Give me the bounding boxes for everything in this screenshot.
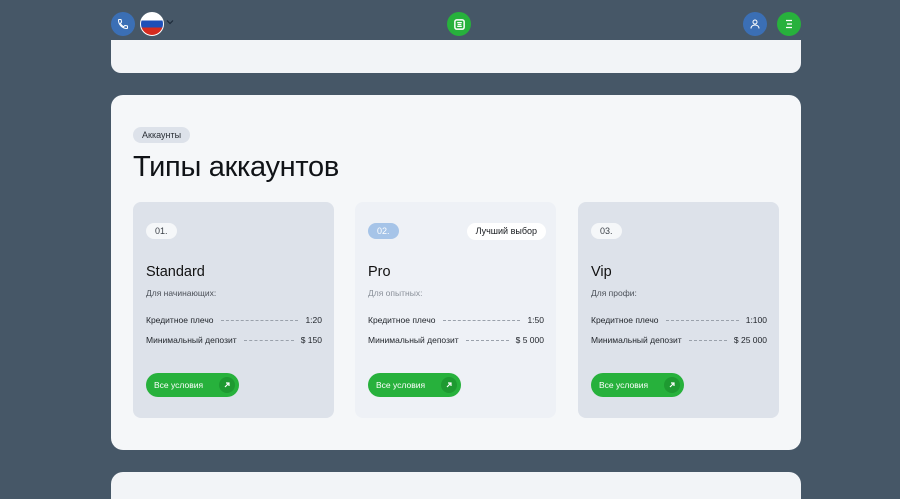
plan-number: 01. <box>146 223 177 239</box>
leverage-value: 1:50 <box>527 315 544 325</box>
plan-name: Vip <box>591 264 612 280</box>
cta-label: Все условия <box>376 380 426 390</box>
dotted-leader <box>243 339 294 341</box>
leverage-label: Кредитное плечо <box>146 315 214 325</box>
plan-audience: Для профи: <box>591 288 637 298</box>
all-conditions-button[interactable]: Все условия <box>146 373 239 397</box>
dotted-leader <box>442 319 521 321</box>
deposit-value: $ 150 <box>300 335 322 345</box>
section-title: Типы аккаунтов <box>133 151 339 183</box>
deposit-value: $ 25 000 <box>733 335 767 345</box>
dotted-leader <box>665 319 739 321</box>
plan-card-vip: 03. Vip Для профи: Кредитное плечо 1:100… <box>578 202 779 418</box>
dotted-leader <box>465 339 509 341</box>
arrow-up-right-icon <box>664 377 680 393</box>
menu-button[interactable] <box>777 12 801 36</box>
top-section-card <box>111 40 801 73</box>
deposit-row: Минимальный депозит $ 25 000 <box>591 334 767 346</box>
arrow-up-right-icon <box>441 377 457 393</box>
deposit-label: Минимальный депозит <box>591 335 682 345</box>
leverage-row: Кредитное плечо 1:50 <box>368 314 544 326</box>
cta-label: Все условия <box>599 380 649 390</box>
phone-icon <box>117 19 128 30</box>
dotted-leader <box>688 339 727 341</box>
brand-logo[interactable] <box>447 12 471 36</box>
all-conditions-button[interactable]: Все условия <box>591 373 684 397</box>
deposit-row: Минимальный депозит $ 150 <box>146 334 322 346</box>
plan-name: Standard <box>146 264 205 280</box>
phone-button[interactable] <box>111 12 135 36</box>
plan-number: 02. <box>368 223 399 239</box>
deposit-value: $ 5 000 <box>515 335 544 345</box>
next-section-card <box>111 472 801 499</box>
plan-card-standard: 01. Standard Для начинающих: Кредитное п… <box>133 202 334 418</box>
leverage-label: Кредитное плечо <box>591 315 659 325</box>
deposit-row: Минимальный депозит $ 5 000 <box>368 334 544 346</box>
cta-label: Все условия <box>154 380 204 390</box>
brand-logo-icon <box>453 18 465 30</box>
plan-name: Pro <box>368 264 391 280</box>
arrow-up-right-icon <box>219 377 235 393</box>
chevron-down-icon[interactable] <box>166 18 174 26</box>
deposit-label: Минимальный депозит <box>146 335 237 345</box>
menu-icon <box>786 19 792 29</box>
leverage-row: Кредитное плечо 1:20 <box>146 314 322 326</box>
section-badge: Аккаунты <box>133 127 191 143</box>
all-conditions-button[interactable]: Все условия <box>368 373 461 397</box>
plan-audience: Для опытных: <box>368 288 423 298</box>
user-account-button[interactable] <box>743 12 767 36</box>
plan-card-pro: 02. Лучший выбор Pro Для опытных: Кредит… <box>355 202 556 418</box>
dotted-leader <box>220 319 299 321</box>
plan-audience: Для начинающих: <box>146 288 217 298</box>
russia-flag-icon[interactable] <box>140 12 164 36</box>
plan-number: 03. <box>591 223 622 239</box>
leverage-value: 1:100 <box>745 315 767 325</box>
leverage-label: Кредитное плечо <box>368 315 436 325</box>
user-icon <box>750 19 760 29</box>
account-types-section: Аккаунты Типы аккаунтов 01. Standard Для… <box>111 95 801 450</box>
leverage-value: 1:20 <box>305 315 322 325</box>
deposit-label: Минимальный депозит <box>368 335 459 345</box>
best-choice-badge: Лучший выбор <box>466 223 546 240</box>
leverage-row: Кредитное плечо 1:100 <box>591 314 767 326</box>
